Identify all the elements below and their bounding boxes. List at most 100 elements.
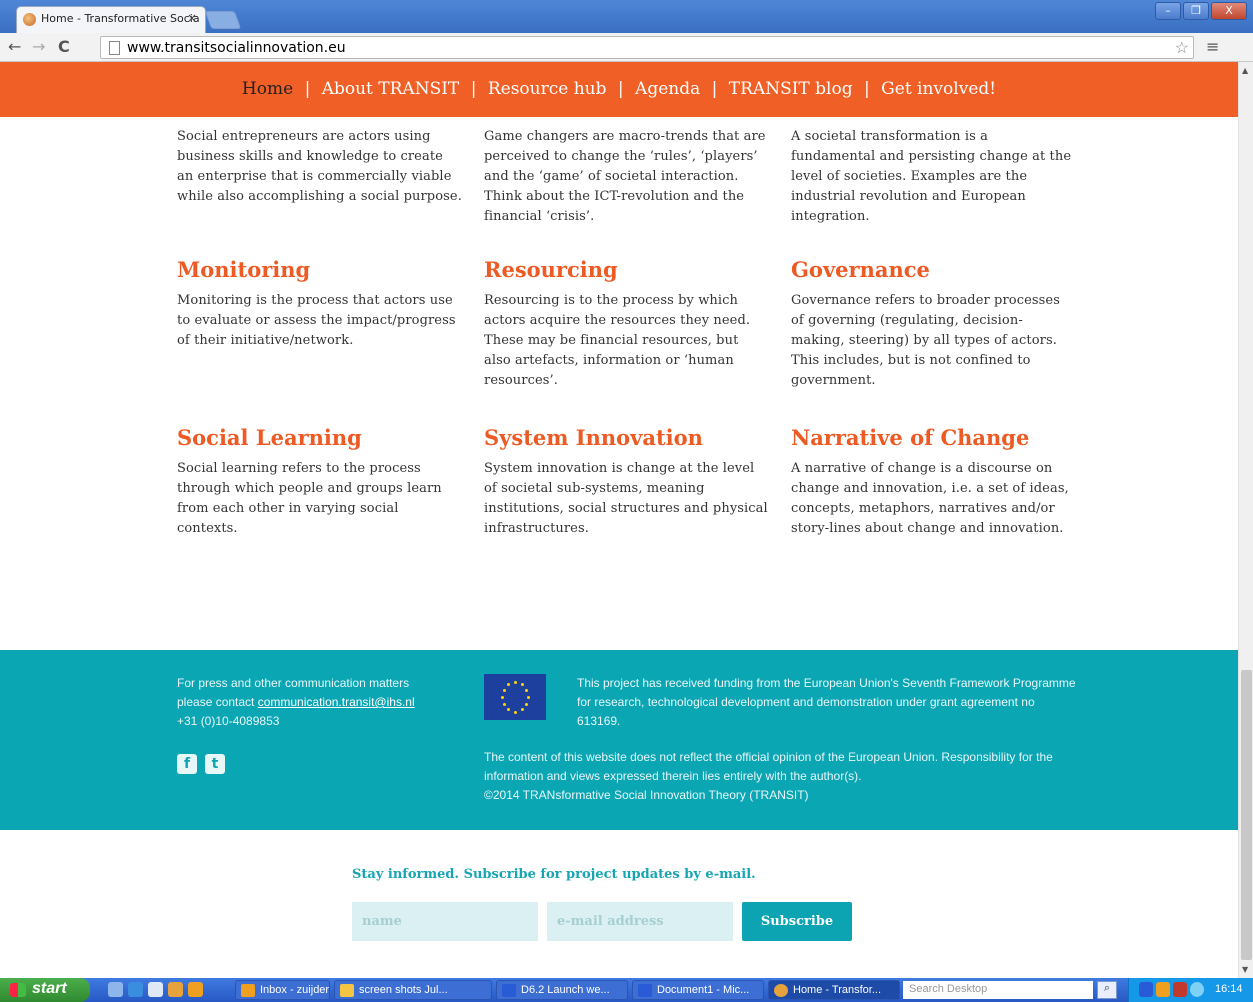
search-desktop-input[interactable]: Search Desktop: [903, 981, 1093, 999]
minimize-icon[interactable]: –: [1155, 2, 1181, 20]
nav-transit-blog[interactable]: TRANSIT blog: [729, 79, 853, 99]
folder-icon: [340, 984, 354, 997]
show-desktop-icon[interactable]: [148, 982, 163, 997]
browser-toolbar: ← → C www.transitsocialinnovation.eu ☆ ≡: [0, 33, 1253, 62]
contact-line: please contact communication.transit@ihs…: [177, 693, 457, 712]
start-label: start: [32, 980, 67, 997]
contact-prefix: please contact: [177, 695, 258, 709]
concept-text: Social entrepreneurs are actors using bu…: [177, 129, 462, 204]
task-document1[interactable]: Document1 - Mic...: [632, 980, 764, 1000]
chrome-icon[interactable]: [168, 982, 183, 997]
concept-text: Social learning refers to the process th…: [177, 461, 442, 536]
windows-taskbar: start Inbox - zuijderwi... screen shots …: [0, 978, 1253, 1002]
concept-text: A societal transformation is a fundament…: [791, 129, 1072, 224]
concept-title[interactable]: Monitoring: [177, 257, 462, 283]
start-button[interactable]: start: [0, 978, 90, 1002]
nav-agenda[interactable]: Agenda: [635, 79, 700, 99]
ie-alt-icon[interactable]: [128, 982, 143, 997]
outlook-icon: [241, 984, 255, 997]
concept-text: System innovation is change at the level…: [484, 461, 768, 536]
new-tab-button[interactable]: [204, 11, 242, 29]
task-label: screen shots Jul...: [359, 984, 448, 996]
word-icon: [502, 984, 516, 997]
scroll-down-arrow-icon[interactable]: ▼: [1242, 965, 1248, 974]
task-label: Home - Transfor...: [793, 984, 882, 996]
task-home-transit[interactable]: Home - Transfor...: [768, 980, 900, 1000]
concept-title[interactable]: System Innovation: [484, 425, 769, 451]
disclaimer-text: The content of this website does not ref…: [484, 750, 1053, 783]
task-screen-shots[interactable]: screen shots Jul...: [334, 980, 492, 1000]
concept-title[interactable]: Resourcing: [484, 257, 769, 283]
page-icon: [109, 41, 120, 55]
site-favicon-icon: [23, 13, 36, 26]
contact-email-link[interactable]: communication.transit@ihs.nl: [258, 695, 415, 709]
address-url[interactable]: www.transitsocialinnovation.eu: [127, 40, 346, 56]
subscribe-title: Stay informed. Subscribe for project upd…: [352, 867, 756, 882]
subscribe-button[interactable]: Subscribe: [742, 902, 852, 941]
search-icon[interactable]: ⌕: [1097, 981, 1117, 999]
clock: 16:14: [1215, 983, 1243, 995]
eu-flag-icon: [484, 674, 546, 720]
concept-text: A narrative of change is a discourse on …: [791, 461, 1069, 536]
browser-titlebar: Home - Transformative Socia × – ❐ X: [0, 0, 1253, 33]
concept-social-learning: Social Learning Social learning refers t…: [177, 425, 462, 539]
copyright: ©2014 TRANsformative Social Innovation T…: [484, 788, 809, 802]
funding-notice: This project has received funding from t…: [577, 676, 1076, 728]
outlook-icon[interactable]: [188, 982, 203, 997]
concept-societal-transformation: A societal transformation is a fundament…: [791, 127, 1076, 227]
task-label: Document1 - Mic...: [657, 984, 750, 996]
nav-about-transit[interactable]: About TRANSIT: [322, 79, 460, 99]
nav-resource-hub[interactable]: Resource hub: [488, 79, 607, 99]
task-d62-launch[interactable]: D6.2 Launch we...: [496, 980, 628, 1000]
task-label: Inbox - zuijderwi...: [260, 984, 330, 996]
concept-social-entrepreneurs: Social entrepreneurs are actors using bu…: [177, 127, 462, 207]
bookmark-star-icon[interactable]: ☆: [1175, 38, 1189, 57]
nav-separator: |: [304, 79, 311, 99]
concept-text: Resourcing is to the process by which ac…: [484, 293, 751, 388]
concept-title[interactable]: Governance: [791, 257, 1076, 283]
tab-close-icon[interactable]: ×: [187, 11, 197, 25]
concept-narrative-of-change: Narrative of Change A narrative of chang…: [791, 425, 1076, 539]
windows-logo-icon: [10, 983, 26, 997]
tab-title: Home - Transformative Socia: [41, 12, 200, 25]
address-bar[interactable]: www.transitsocialinnovation.eu ☆: [100, 36, 1194, 59]
task-inbox[interactable]: Inbox - zuijderwi...: [235, 980, 330, 1000]
ie-icon[interactable]: [108, 982, 123, 997]
back-tray-icon[interactable]: [1139, 982, 1153, 997]
scrollbar-thumb[interactable]: [1241, 670, 1252, 960]
word-icon: [638, 984, 652, 997]
concept-governance: Governance Governance refers to broader …: [791, 257, 1076, 391]
twitter-icon[interactable]: t: [205, 754, 225, 774]
social-links: f t: [177, 754, 225, 774]
scroll-up-arrow-icon[interactable]: ▲: [1242, 66, 1248, 75]
reload-icon[interactable]: C: [58, 37, 70, 56]
name-input[interactable]: [352, 902, 538, 941]
browser-tab[interactable]: Home - Transformative Socia ×: [16, 6, 206, 33]
concept-game-changers: Game changers are macro-trends that are …: [484, 127, 769, 227]
security-shield-icon[interactable]: [1173, 982, 1187, 997]
back-arrow-icon[interactable]: ←: [8, 37, 21, 56]
contact-phone: +31 (0)10-4089853: [177, 714, 280, 728]
concept-resourcing: Resourcing Resourcing is to the process …: [484, 257, 769, 391]
nav-get-involved[interactable]: Get involved!: [881, 79, 996, 99]
press-contact: For press and other communication matter…: [177, 674, 457, 731]
forward-arrow-icon[interactable]: →: [32, 37, 45, 56]
restore-icon[interactable]: ❐: [1183, 2, 1209, 20]
window-controls: – ❐ X: [1155, 2, 1247, 20]
page-scrollbar[interactable]: ▲ ▼: [1238, 62, 1253, 978]
facebook-icon[interactable]: f: [177, 754, 197, 774]
nav-home[interactable]: Home: [242, 79, 293, 99]
concept-title[interactable]: Narrative of Change: [791, 425, 1076, 451]
concept-system-innovation: System Innovation System innovation is c…: [484, 425, 769, 539]
browser-menu-icon[interactable]: ≡: [1206, 37, 1219, 56]
email-input[interactable]: [547, 902, 733, 941]
network-icon[interactable]: [1190, 982, 1204, 997]
close-window-icon[interactable]: X: [1211, 2, 1247, 20]
concept-text: Monitoring is the process that actors us…: [177, 293, 456, 348]
site-navigation: Home | About TRANSIT | Resource hub | Ag…: [0, 62, 1238, 117]
concept-title[interactable]: Social Learning: [177, 425, 462, 451]
site-footer: For press and other communication matter…: [0, 650, 1238, 830]
disclaimer: The content of this website does not ref…: [484, 748, 1084, 805]
nav-separator: |: [470, 79, 477, 99]
outlook-tray-icon[interactable]: [1156, 982, 1170, 997]
